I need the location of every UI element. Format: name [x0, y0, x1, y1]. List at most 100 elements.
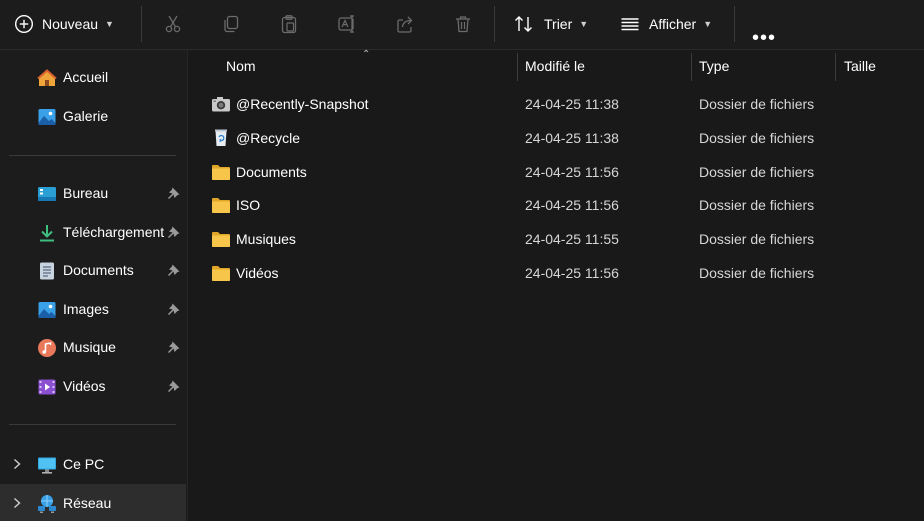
sidebar-item-network[interactable]: Réseau: [0, 484, 186, 521]
file-name: Documents: [236, 164, 307, 180]
sort-arrows-icon: [515, 16, 532, 32]
sidebar-item-gallery[interactable]: Galerie: [0, 97, 186, 135]
pin-icon[interactable]: [167, 263, 181, 277]
toolbar-divider: [494, 6, 495, 42]
file-row[interactable]: Vidéos 24-04-25 11:56 Dossier de fichier…: [189, 256, 924, 290]
chevron-right-icon[interactable]: [11, 457, 23, 471]
file-row[interactable]: Documents 24-04-25 11:56 Dossier de fich…: [189, 155, 924, 189]
command-bar: Nouveau ▼ Trier ▼ Afficher ▼ •••: [0, 0, 924, 50]
column-header-type[interactable]: Type: [699, 50, 729, 82]
chevron-down-icon: ▼: [105, 19, 114, 29]
sidebar-item-label: Documents: [63, 262, 134, 278]
sidebar-item-this-pc[interactable]: Ce PC: [0, 445, 186, 483]
file-row[interactable]: Musiques 24-04-25 11:55 Dossier de fichi…: [189, 222, 924, 256]
cut-button[interactable]: [161, 12, 185, 36]
toolbar-divider: [734, 6, 735, 42]
column-divider[interactable]: [691, 53, 692, 81]
folder-icon: [212, 165, 230, 180]
sidebar-item-label: Galerie: [63, 108, 109, 124]
sidebar-item-home[interactable]: Accueil: [0, 58, 186, 96]
share-button[interactable]: [393, 12, 417, 36]
file-type: Dossier de fichiers: [699, 164, 815, 180]
view-button[interactable]: Afficher ▼: [620, 0, 712, 48]
network-icon: [38, 495, 56, 513]
file-name: Musiques: [236, 231, 296, 247]
file-modified: 24-04-25 11:56: [525, 265, 619, 281]
download-icon: [40, 225, 54, 242]
file-list: ⌃ Nom Modifié le Type Taille @Recently-S…: [189, 49, 924, 521]
file-name: ISO: [236, 197, 261, 213]
recycle-bin-icon: [215, 129, 227, 146]
file-modified: 24-04-25 11:56: [525, 164, 619, 180]
column-header-size[interactable]: Taille: [844, 50, 876, 82]
sidebar-item-label: Accueil: [63, 69, 109, 85]
chevron-right-icon[interactable]: [11, 496, 23, 510]
file-name: @Recently-Snapshot: [236, 96, 369, 112]
clipboard-icon: [281, 15, 297, 34]
camera-icon: [212, 97, 230, 112]
copy-button[interactable]: [219, 12, 243, 36]
file-type: Dossier de fichiers: [699, 96, 815, 112]
sidebar-item-documents[interactable]: Documents: [0, 251, 186, 289]
documents-icon: [40, 262, 54, 280]
file-modified: 24-04-25 11:55: [525, 231, 619, 247]
sidebar-item-label: Réseau: [63, 495, 112, 511]
pin-icon[interactable]: [167, 186, 181, 200]
file-name: @Recycle: [236, 130, 301, 146]
sidebar-item-label: Vidéos: [63, 378, 106, 394]
sidebar-item-label: Téléchargement: [63, 224, 165, 240]
file-modified: 24-04-25 11:56: [525, 197, 619, 213]
column-header-name[interactable]: Nom: [226, 50, 256, 82]
navigation-pane: Accueil Galerie Bureau Téléchargement Do…: [0, 50, 188, 521]
pin-icon[interactable]: [167, 225, 181, 239]
gallery-icon: [38, 109, 56, 125]
sidebar-item-images[interactable]: Images: [0, 290, 186, 328]
column-header-modified[interactable]: Modifié le: [525, 50, 585, 82]
sidebar-divider: [9, 424, 176, 425]
paste-button[interactable]: [277, 12, 301, 36]
sidebar-item-label: Musique: [63, 339, 116, 355]
pin-icon[interactable]: [167, 302, 181, 316]
toolbar-divider: [141, 6, 142, 42]
folder-icon: [212, 198, 230, 213]
new-button[interactable]: Nouveau ▼: [14, 0, 114, 48]
file-modified: 24-04-25 11:38: [525, 130, 619, 146]
sidebar-item-videos[interactable]: Vidéos: [0, 367, 186, 405]
file-row[interactable]: @Recycle 24-04-25 11:38 Dossier de fichi…: [189, 121, 924, 155]
sort-ascending-icon: ⌃: [362, 49, 371, 60]
sidebar-item-music[interactable]: Musique: [0, 328, 186, 366]
chevron-down-icon: ▼: [579, 19, 589, 29]
sidebar-item-label: Images: [63, 301, 109, 317]
desktop-icon: [38, 187, 56, 201]
file-row[interactable]: @Recently-Snapshot 24-04-25 11:38 Dossie…: [189, 87, 924, 121]
sidebar-item-label: Ce PC: [63, 456, 105, 472]
pin-icon[interactable]: [167, 340, 181, 354]
list-view-icon: [621, 18, 639, 31]
pin-icon[interactable]: [167, 379, 181, 393]
file-type: Dossier de fichiers: [699, 231, 815, 247]
sidebar-item-label: Bureau: [63, 185, 109, 201]
new-button-label: Nouveau: [42, 16, 99, 32]
file-type: Dossier de fichiers: [699, 130, 815, 146]
folder-icon: [212, 232, 230, 247]
scissors-icon: [165, 15, 181, 33]
sidebar-item-desktop[interactable]: Bureau: [0, 174, 186, 212]
file-name: Vidéos: [236, 265, 279, 281]
file-type: Dossier de fichiers: [699, 197, 815, 213]
rename-icon: [338, 15, 354, 33]
home-icon: [37, 69, 57, 86]
file-row[interactable]: ISO 24-04-25 11:56 Dossier de fichiers: [189, 188, 924, 222]
column-divider[interactable]: [835, 53, 836, 81]
share-icon: [397, 16, 413, 33]
computer-icon: [38, 457, 56, 474]
column-divider[interactable]: [517, 53, 518, 81]
images-icon: [38, 302, 56, 318]
sort-button-label: Trier: [544, 16, 573, 32]
sort-button[interactable]: Trier ▼: [513, 0, 588, 48]
rename-button[interactable]: [335, 12, 359, 36]
sidebar-item-downloads[interactable]: Téléchargement: [0, 213, 186, 251]
file-modified: 24-04-25 11:38: [525, 96, 619, 112]
delete-button[interactable]: [451, 12, 475, 36]
videos-icon: [38, 379, 56, 395]
folder-icon: [212, 266, 230, 281]
